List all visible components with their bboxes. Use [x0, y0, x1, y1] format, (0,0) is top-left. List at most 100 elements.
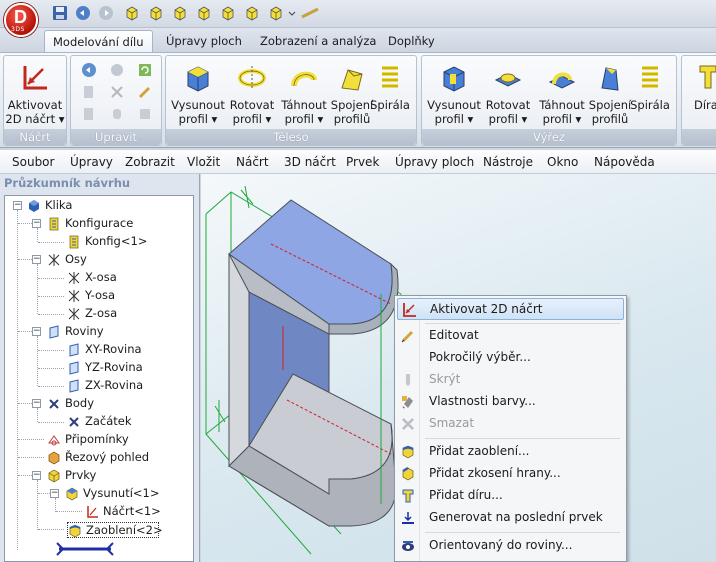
cut-revolve-profile-button[interactable]: Rotovat profil ▾	[478, 60, 538, 128]
refresh-icon[interactable]	[137, 62, 153, 78]
explorer-title: Průzkumník návrhu	[4, 176, 131, 190]
delete-icon	[402, 418, 414, 430]
tab-doplnky[interactable]: Doplňky	[380, 30, 443, 52]
menu-item-label: Přidat díru...	[429, 488, 503, 502]
axis-icon	[68, 272, 80, 284]
cut-extrude-label-1: Vysunout	[427, 98, 481, 112]
select-icon[interactable]	[81, 62, 97, 78]
collapse-toggle[interactable]: −	[32, 219, 41, 228]
menu-vlozit[interactable]: Vložit	[187, 155, 220, 169]
extrude-profile-button[interactable]: Vysunout profil ▾	[168, 60, 228, 128]
tree-node-zaobleni-2[interactable]: Zaoblení<2>	[67, 522, 163, 538]
undo-icon[interactable]	[75, 5, 91, 21]
sketch-icon	[87, 506, 98, 518]
menu-item-edit[interactable]: Editovat	[397, 325, 624, 347]
tree-node-label: Konfig<1>	[85, 234, 148, 248]
group-teleso: Vysunout profil ▾ Rotovat profil ▾ Táhno…	[165, 55, 417, 146]
menu-soubor[interactable]: Soubor	[12, 155, 54, 169]
view-left-icon[interactable]	[220, 5, 236, 21]
menu-item-label: Vlastnosti barvy...	[429, 394, 536, 408]
menu-nacrt[interactable]: Náčrt	[236, 155, 269, 169]
cut-extrude-label-2: profil ▾	[434, 112, 474, 126]
dropdown-arrow-icon[interactable]	[288, 5, 296, 21]
feature-tree: − Klika − Konfigurace Konfig<1> − Osy X-…	[4, 195, 194, 562]
menu-item-add-hole[interactable]: Přidat díru...	[397, 485, 624, 507]
menu-upravy-ploch[interactable]: Úpravy ploch	[395, 155, 474, 169]
tree-node-label: Y-osa	[85, 288, 116, 302]
menu-item-label: Přidat zkosení hrany...	[429, 466, 561, 480]
menu-item-advanced-select[interactable]: Pokročilý výběr...	[397, 347, 624, 369]
edit-icon	[401, 330, 414, 343]
quick-access-toolbar	[0, 0, 716, 28]
save-icon[interactable]	[52, 5, 68, 21]
rollback-bar[interactable]	[55, 542, 115, 556]
menu-item-label: Aktivovat 2D náčrt	[430, 302, 543, 316]
tree-node-label: Prvky	[65, 468, 97, 482]
menu-prvek[interactable]: Prvek	[346, 155, 379, 169]
menu-3d-nacrt[interactable]: 3D náčrt	[284, 155, 336, 169]
menu-upravy[interactable]: Úpravy	[70, 155, 113, 169]
menu-item-add-chamfer[interactable]: Přidat zkosení hrany...	[397, 463, 624, 485]
menu-zobrazit[interactable]: Zobrazit	[125, 155, 175, 169]
ribbon: Aktivovat 2D náčrt ▾ Náčrt Upravit Vysun…	[0, 52, 716, 148]
point-icon	[49, 399, 59, 409]
menu-item-label: Orientovaný do roviny...	[429, 538, 573, 552]
menu-nastroje[interactable]: Nástroje	[483, 155, 533, 169]
plane-icon	[69, 379, 79, 393]
cut-extrude-profile-button[interactable]: Vysunout profil ▾	[424, 60, 484, 128]
plane-icon	[49, 325, 59, 339]
helix-button[interactable]: Spirála	[366, 60, 414, 128]
helix-label-1: Spirála	[370, 98, 410, 112]
view-bottom-icon[interactable]	[196, 5, 212, 21]
cylinder-icon	[113, 109, 121, 119]
menu-item-label: Pokročilý výběr...	[429, 350, 531, 364]
tab-upravy-ploch[interactable]: Úpravy ploch	[158, 30, 250, 52]
group-vyrez: Vysunout profil ▾ Rotovat profil ▾ Táhno…	[421, 55, 677, 146]
revolve-label-2: profil ▾	[232, 112, 272, 126]
view-iso-icon[interactable]	[268, 5, 284, 21]
menu-item-label: Generovat na poslední prvek	[429, 510, 603, 524]
plane-icon	[69, 343, 79, 357]
collapse-toggle[interactable]: −	[32, 399, 41, 408]
view-top-icon[interactable]	[172, 5, 188, 21]
menu-item-color-properties[interactable]: Vlastnosti barvy...	[397, 391, 624, 413]
collapse-toggle[interactable]: −	[32, 471, 41, 480]
tab-zobrazeni-a-analyza[interactable]: Zobrazení a analýza	[252, 30, 384, 52]
hole-button[interactable]: Díra	[684, 60, 716, 128]
menu-napoveda[interactable]: Nápověda	[594, 155, 655, 169]
menu-item-label: Skrýt	[429, 372, 461, 386]
menu-item-add-fillet[interactable]: Přidat zaoblení...	[397, 441, 624, 463]
collapse-toggle[interactable]: −	[32, 255, 41, 264]
view-back-icon[interactable]	[148, 5, 164, 21]
hole-icon	[402, 489, 414, 503]
pencil-icon[interactable]	[137, 84, 153, 100]
app-logo-sub: 3DS	[11, 26, 25, 33]
orient-icon	[402, 541, 414, 551]
plane-icon	[69, 361, 79, 375]
menu-item-label: Editovat	[429, 328, 479, 342]
collapse-toggle[interactable]: −	[32, 327, 41, 336]
menu-item-rollback-to-last[interactable]: Generovat na poslední prvek	[397, 507, 624, 529]
color-icon	[402, 396, 413, 409]
app-logo[interactable]: D 3DS	[4, 3, 38, 37]
tab-modelovani-dilu[interactable]: Modelování dílu	[44, 30, 153, 52]
ruler-icon[interactable]	[300, 5, 322, 21]
revolve-profile-button[interactable]: Rotovat profil ▾	[222, 60, 282, 128]
tree-node-label: XY-Rovina	[85, 342, 142, 356]
collapse-toggle[interactable]: −	[13, 201, 22, 210]
tree-node-label: Z-osa	[85, 306, 118, 320]
cut-helix-button[interactable]: Spirála	[626, 60, 674, 128]
menu-item-orient-to-plane[interactable]: Orientovaný do roviny...	[397, 535, 624, 557]
redo-icon[interactable]	[98, 5, 114, 21]
view-right-icon[interactable]	[244, 5, 260, 21]
cut-helix-label-1: Spirála	[630, 98, 670, 112]
view-front-icon[interactable]	[124, 5, 140, 21]
activate-sketch-line2: 2D náčrt ▾	[5, 112, 65, 126]
cut-extrude-icon	[443, 66, 465, 92]
tree-node-label: Roviny	[65, 324, 104, 338]
activate-2d-sketch-button[interactable]: Aktivovat 2D náčrt ▾	[5, 60, 65, 128]
menu-okno[interactable]: Okno	[547, 155, 578, 169]
collapse-toggle[interactable]: −	[50, 489, 59, 498]
tree-node-label: Řezový pohled	[65, 450, 150, 464]
menu-item-activate-2d-sketch[interactable]: Aktivovat 2D náčrt	[397, 298, 624, 320]
